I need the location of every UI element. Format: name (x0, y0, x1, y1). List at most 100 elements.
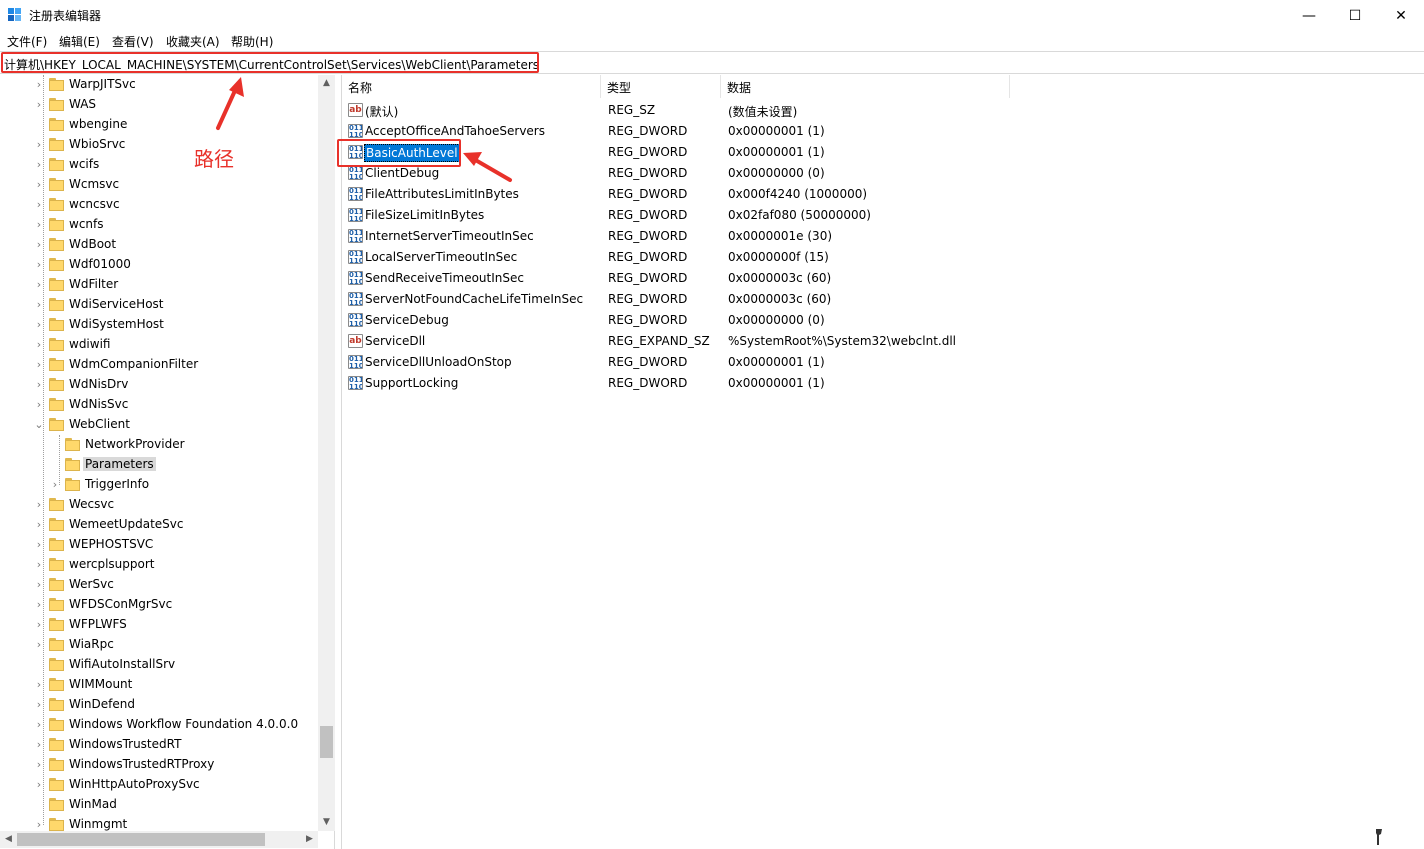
value-row[interactable]: 011 110 ServiceDebug REG_DWORD 0x00000000 (0… (342, 310, 1242, 331)
tree-item[interactable]: › wcncsvc (0, 195, 318, 215)
tree-item[interactable]: WifiAutoInstallSrv (0, 655, 318, 675)
tree-item-label: WFPLWFS (69, 617, 127, 631)
tree-item[interactable]: › WbioSrvc (0, 135, 318, 155)
folder-icon (49, 598, 64, 611)
value-row[interactable]: 011 110 SupportLocking REG_DWORD 0x00000001 … (342, 373, 1242, 394)
value-name: AcceptOfficeAndTahoeServers (365, 124, 545, 138)
column-header-type[interactable]: 类型 (601, 75, 721, 98)
tree-item[interactable]: › WFPLWFS (0, 615, 318, 635)
value-data: 0x0000001e (30) (728, 229, 833, 243)
value-data: 0x000f4240 (1000000) (728, 187, 868, 201)
value-row[interactable]: ab (默认) REG_SZ (数值未设置) (342, 100, 1242, 121)
value-type: REG_DWORD (608, 229, 688, 243)
value-type: REG_DWORD (608, 271, 688, 285)
menu-favorites[interactable]: 收藏夹(A) (166, 33, 220, 50)
tree-item[interactable]: › WdBoot (0, 235, 318, 255)
folder-icon (49, 718, 64, 731)
tree-item[interactable]: › WindowsTrustedRTProxy (0, 755, 318, 775)
folder-icon (49, 198, 64, 211)
tree-vertical-scrollbar[interactable]: ▲ ▼ (318, 75, 335, 831)
menu-help[interactable]: 帮助(H) (231, 33, 273, 50)
menu-file[interactable]: 文件(F) (7, 33, 47, 50)
tree-item[interactable]: Parameters (0, 455, 318, 475)
value-data: 0x00000001 (1) (728, 145, 825, 159)
value-row[interactable]: ab ServiceDll REG_EXPAND_SZ %SystemRoot%\Sy… (342, 331, 1242, 352)
binary-value-icon: 011 110 (348, 376, 363, 390)
tree-item[interactable]: › WinHttpAutoProxySvc (0, 775, 318, 795)
folder-icon (49, 818, 64, 831)
tree-item[interactable]: › WdNisSvc (0, 395, 318, 415)
scroll-left-icon[interactable]: ◀ (0, 831, 17, 848)
close-button[interactable]: ✕ (1378, 0, 1424, 31)
scroll-down-icon[interactable]: ▼ (318, 814, 335, 831)
tree-item[interactable]: › WerSvc (0, 575, 318, 595)
tree-item-label: NetworkProvider (85, 437, 185, 451)
value-row[interactable]: 011 110 FileSizeLimitInBytes REG_DWORD 0x02f… (342, 205, 1242, 226)
tree-item[interactable]: WinMad (0, 795, 318, 815)
folder-icon (49, 778, 64, 791)
value-row[interactable]: 011 110 FileAttributesLimitInBytes REG_DWOR… (342, 184, 1242, 205)
tree-item[interactable]: NetworkProvider (0, 435, 318, 455)
value-highlight-box (337, 139, 461, 167)
tree-item[interactable]: › WinDefend (0, 695, 318, 715)
scroll-right-icon[interactable]: ▶ (301, 831, 318, 848)
tree-item[interactable]: › wdiwifi (0, 335, 318, 355)
tree-item[interactable]: › WindowsTrustedRT (0, 735, 318, 755)
column-header-data[interactable]: 数据 (721, 75, 1010, 98)
value-row[interactable]: 011 110 ServerNotFoundCacheLifeTimeInSec RE… (342, 289, 1242, 310)
scroll-up-icon[interactable]: ▲ (318, 75, 335, 92)
tree-item[interactable]: › wcifs (0, 155, 318, 175)
tree-item[interactable]: › WiaRpc (0, 635, 318, 655)
tree-item[interactable]: › WdiSystemHost (0, 315, 318, 335)
column-header-name[interactable]: 名称 (342, 75, 601, 98)
tree-item-label: WdBoot (69, 237, 117, 251)
tree-item[interactable]: › Windows Workflow Foundation 4.0.0.0 (0, 715, 318, 735)
menu-edit[interactable]: 编辑(E) (59, 33, 100, 50)
tree-item[interactable]: › Wdf01000 (0, 255, 318, 275)
binary-value-icon: 011 110 (348, 166, 363, 180)
tree-item[interactable]: › WdFilter (0, 275, 318, 295)
menu-view[interactable]: 查看(V) (112, 33, 154, 50)
tree-item[interactable]: › WdiServiceHost (0, 295, 318, 315)
tree-item-label: WerSvc (69, 577, 114, 591)
tree-item[interactable]: › Wecsvc (0, 495, 318, 515)
tree-item[interactable]: › Wcmsvc (0, 175, 318, 195)
value-name: ServiceDllUnloadOnStop (365, 355, 512, 369)
value-row[interactable]: 011 110 AcceptOfficeAndTahoeServers REG_DWO… (342, 121, 1242, 142)
folder-icon (49, 318, 64, 331)
tree-item[interactable]: › WdNisDrv (0, 375, 318, 395)
tree-item[interactable]: › WIMMount (0, 675, 318, 695)
tree-horizontal-scrollbar[interactable]: ◀ ▶ (0, 831, 318, 848)
value-type: REG_DWORD (608, 292, 688, 306)
scroll-thumb[interactable] (17, 833, 265, 846)
values-list-pane[interactable]: 名称 类型 数据 ab (默认) REG_SZ (数值未设置) 011 110 Accept… (341, 75, 1424, 849)
tree-item[interactable]: › wercplsupport (0, 555, 318, 575)
key-tree-pane[interactable]: › WarpJITSvc › WAS wbengine › WbioSrvc › wcifs › W… (0, 75, 335, 849)
tree-item-label: WinDefend (69, 697, 135, 711)
minimize-button[interactable]: — (1286, 0, 1332, 31)
tree-item[interactable]: › WAS (0, 95, 318, 115)
value-row[interactable]: 011 110 ClientDebug REG_DWORD 0x00000000 (0) (342, 163, 1242, 184)
tree-item-label: WdiServiceHost (69, 297, 164, 311)
maximize-button[interactable]: ☐ (1332, 0, 1378, 31)
tree-item[interactable]: › wcnfs (0, 215, 318, 235)
tree-item[interactable]: › WemeetUpdateSvc (0, 515, 318, 535)
tree-item[interactable]: › WEPHOSTSVC (0, 535, 318, 555)
value-row[interactable]: 011 110 LocalServerTimeoutInSec REG_DWORD 0x… (342, 247, 1242, 268)
tree-item[interactable]: ⌄ WebClient (0, 415, 318, 435)
tree-item[interactable]: › WFDSConMgrSvc (0, 595, 318, 615)
binary-value-icon: 011 110 (348, 208, 363, 222)
value-row[interactable]: 011 110 SendReceiveTimeoutInSec REG_DWORD 0x… (342, 268, 1242, 289)
value-row[interactable]: 011 110 BasicAuthLevel REG_DWORD 0x00000001 … (342, 142, 1242, 163)
folder-icon (49, 178, 64, 191)
tree-item-label: WinMad (69, 797, 117, 811)
tree-item[interactable]: › WarpJITSvc (0, 75, 318, 95)
value-row[interactable]: 011 110 InternetServerTimeoutInSec REG_DWOR… (342, 226, 1242, 247)
tree-item[interactable]: › TriggerInfo (0, 475, 318, 495)
tree-item[interactable]: › WdmCompanionFilter (0, 355, 318, 375)
tree-item-label: Wecsvc (69, 497, 115, 511)
scroll-thumb[interactable] (320, 726, 333, 758)
tree-item-label: WdFilter (69, 277, 119, 291)
value-row[interactable]: 011 110 ServiceDllUnloadOnStop REG_DWORD 0x0… (342, 352, 1242, 373)
tree-item[interactable]: wbengine (0, 115, 318, 135)
